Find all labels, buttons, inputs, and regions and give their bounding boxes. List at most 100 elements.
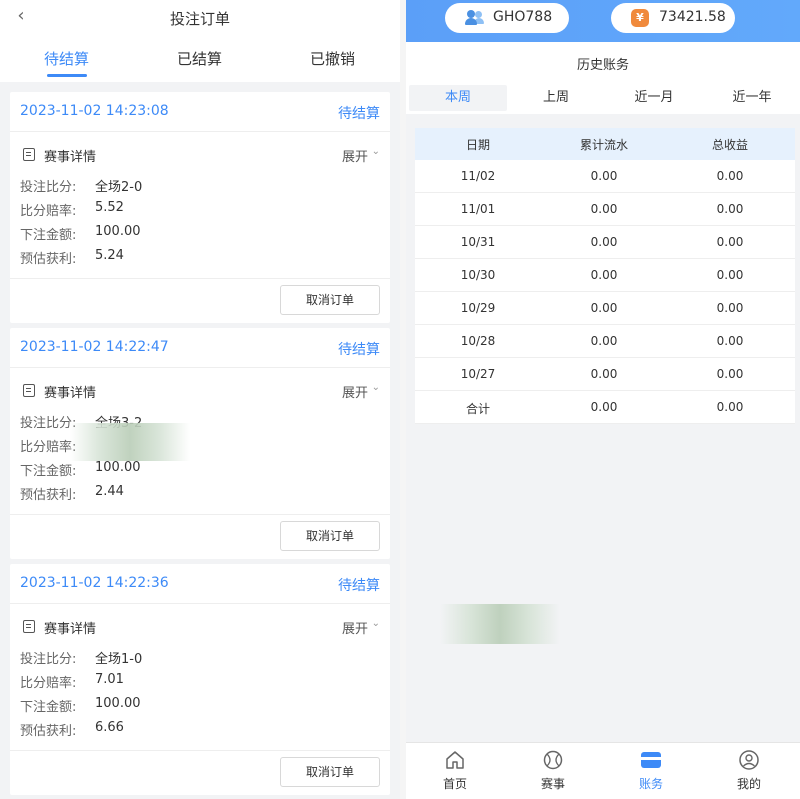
table-header: 日期 累计流水 总收益 [415, 128, 795, 160]
chevron-down-icon[interactable]: ⌄ [372, 382, 380, 393]
cell-turnover: 0.00 [590, 202, 618, 216]
chevron-down-icon[interactable]: ⌄ [372, 618, 380, 629]
table-total-row: 合计 0.00 0.00 [415, 391, 795, 424]
match-detail-label: 赛事详情 [44, 150, 97, 165]
cell-profit: 0.00 [716, 334, 744, 348]
table-row: 11/02 0.00 0.00 [415, 160, 795, 193]
card-icon [641, 752, 661, 768]
cancel-order-button[interactable]: 取消订单 [280, 521, 380, 551]
cell-turnover: 0.00 [590, 301, 618, 315]
nav-matches[interactable]: 赛事 [504, 743, 602, 799]
order-tabs: 待结算 已结算 已撤销 [0, 34, 400, 82]
cell-profit: 0.00 [716, 301, 744, 315]
document-icon [23, 384, 35, 397]
order-time: 2023-11-02 14:22:36 [20, 575, 169, 591]
expand-link[interactable]: 展开 [342, 382, 368, 401]
page-title: 投注订单 [169, 10, 230, 28]
field-value: 5.52 [95, 200, 124, 215]
cell-profit: 0.00 [716, 268, 744, 282]
match-detail-row[interactable]: 赛事详情 展开 ⌄ [10, 368, 390, 408]
match-detail-label: 赛事详情 [44, 622, 97, 637]
expand-link[interactable]: 展开 [342, 146, 368, 165]
tab-pending[interactable]: 待结算 [0, 48, 133, 69]
field-label: 比分赔率: [20, 440, 77, 455]
field-label: 下注金额: [20, 700, 77, 715]
col-profit: 总收益 [711, 138, 748, 152]
field-label: 比分赔率: [20, 204, 77, 219]
cell-profit: 0.00 [716, 235, 744, 249]
field-value: 6.66 [95, 720, 124, 735]
field-label: 预估获利: [20, 724, 77, 739]
order-card: 2023-11-02 14:22:36 待结算 赛事详情 展开 ⌄ 投注比分: 全… [10, 564, 390, 795]
cell-date: 10/27 [460, 367, 496, 381]
field-label: 投注比分: [20, 652, 77, 667]
document-icon [23, 148, 35, 161]
tab-last-week[interactable]: 上周 [507, 85, 605, 111]
home-icon [446, 751, 464, 769]
tab-this-week[interactable]: 本周 [409, 85, 507, 111]
match-detail-row[interactable]: 赛事详情 展开 ⌄ [10, 132, 390, 172]
history-header: 历史账务 [406, 42, 800, 82]
mosaic-blur [440, 604, 560, 644]
col-turnover: 累计流水 [579, 138, 628, 152]
tab-last-month[interactable]: 近一月 [605, 85, 703, 111]
nav-profile-label: 我的 [736, 777, 761, 791]
table-row: 10/27 0.00 0.00 [415, 358, 795, 391]
cell-date: 10/29 [460, 301, 496, 315]
nav-matches-label: 赛事 [540, 777, 565, 791]
active-tab-indicator [47, 74, 87, 77]
cell-date: 10/30 [460, 268, 496, 282]
field-value: 全场2-0 [95, 180, 143, 195]
field-label: 下注金额: [20, 464, 77, 479]
mosaic-blur [70, 423, 190, 461]
cell-turnover: 0.00 [590, 169, 618, 183]
screen: ‹ 投注订单 待结算 已结算 已撤销 2023-11-02 14:23:08 待… [0, 0, 800, 799]
nav-profile[interactable]: 我的 [700, 743, 798, 799]
cancel-order-button[interactable]: 取消订单 [280, 285, 380, 315]
col-date: 日期 [465, 138, 490, 152]
table-row: 10/29 0.00 0.00 [415, 292, 795, 325]
cell-turnover: 0.00 [590, 235, 618, 249]
cell-date: 11/02 [460, 169, 496, 183]
cancel-order-button[interactable]: 取消订单 [280, 757, 380, 787]
cell-turnover: 0.00 [590, 367, 618, 381]
table-row: 10/28 0.00 0.00 [415, 325, 795, 358]
chevron-down-icon[interactable]: ⌄ [372, 146, 380, 157]
field-value: 100.00 [95, 696, 141, 711]
cell-profit: 0.00 [716, 169, 744, 183]
history-title: 历史账务 [576, 58, 629, 73]
cell-turnover: 0.00 [590, 334, 618, 348]
cell-turnover: 0.00 [590, 268, 618, 282]
bet-orders-panel: ‹ 投注订单 待结算 已结算 已撤销 2023-11-02 14:23:08 待… [0, 0, 400, 799]
tab-cancelled[interactable]: 已撤销 [266, 48, 399, 69]
money-bag-icon: ¥ [631, 9, 649, 27]
order-status: 待结算 [338, 342, 380, 358]
users-icon [465, 10, 485, 26]
nav-accounts[interactable]: 账务 [602, 743, 700, 799]
user-icon [739, 750, 759, 770]
bottom-nav: 首页 赛事 账务 我的 [406, 742, 800, 799]
nav-accounts-label: 账务 [638, 777, 663, 791]
field-label: 投注比分: [20, 416, 77, 431]
username-pill[interactable]: GHO788 [445, 3, 569, 33]
account-history-panel: GHO788 ¥ 73421.58 历史账务 本周 上周 近一月 近一年 日期 … [406, 0, 800, 799]
document-icon [23, 620, 35, 633]
order-card: 2023-11-02 14:22:47 待结算 赛事详情 展开 ⌄ 投注比分:全… [10, 328, 390, 559]
tab-last-year[interactable]: 近一年 [703, 85, 800, 111]
field-label: 预估获利: [20, 252, 77, 267]
expand-link[interactable]: 展开 [342, 618, 368, 637]
ball-icon [543, 750, 563, 770]
field-value: 100.00 [95, 224, 141, 239]
match-detail-row[interactable]: 赛事详情 展开 ⌄ [10, 604, 390, 644]
tab-settled[interactable]: 已结算 [133, 48, 266, 69]
nav-home[interactable]: 首页 [406, 743, 504, 799]
field-value: 7.01 [95, 672, 124, 687]
order-time: 2023-11-02 14:23:08 [20, 103, 169, 119]
username: GHO788 [493, 9, 553, 25]
order-card: 2023-11-02 14:23:08 待结算 赛事详情 展开 ⌄ 投注比分: 全… [10, 92, 390, 323]
header: ‹ 投注订单 [0, 0, 400, 34]
balance-pill[interactable]: ¥ 73421.58 [611, 3, 735, 33]
cell-total-label: 合计 [465, 402, 490, 416]
table-row: 10/30 0.00 0.00 [415, 259, 795, 292]
cell-profit: 0.00 [716, 202, 744, 216]
